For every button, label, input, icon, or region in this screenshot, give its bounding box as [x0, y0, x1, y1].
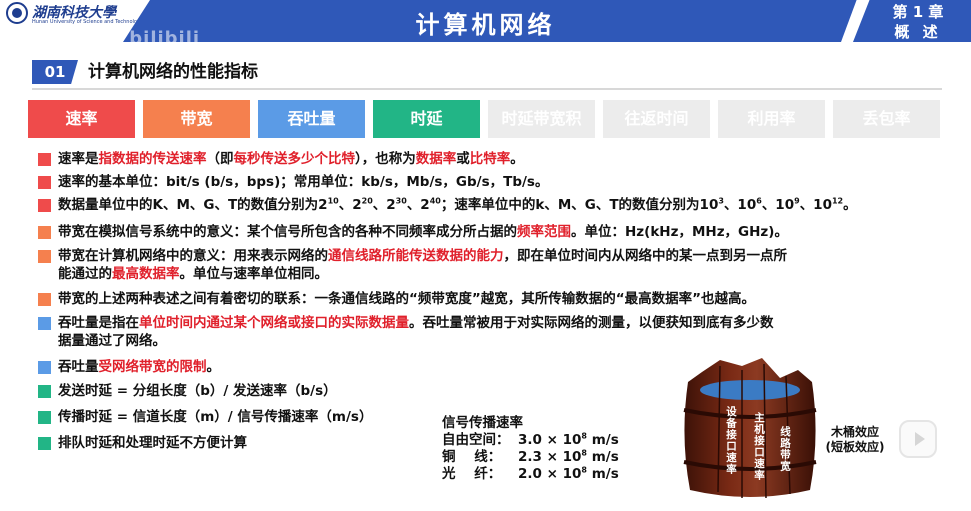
list-item-text: 吞吐量是指在单位时间内通过某个网络或接口的实际数据量。吞吐量常被用于对实际网络的… [58, 315, 774, 349]
stave-label-host: 主机接口速率 [753, 412, 765, 481]
signal-speed-row: 铜 线： 2.3 × 108 m/s [442, 448, 619, 465]
list-item-text: 排队时延和处理时延不方便计算 [58, 435, 247, 451]
tab-7[interactable]: 丢包率 [833, 100, 940, 138]
bullet-square-icon [38, 250, 51, 263]
tab-6[interactable]: 利用率 [718, 100, 825, 138]
bullet-square-icon [38, 411, 51, 424]
list-item-text: 数据量单位中的K、M、G、T的数值分别为210、220、230、240；速率单位… [58, 196, 857, 213]
stave-label-link: 线路带宽 [779, 426, 791, 472]
list-item-text: 传播时延 = 信道长度（m）/ 信号传播速率（m/s） [58, 409, 373, 425]
signal-speed-box: 信号传播速率 自由空间： 3.0 × 108 m/s 铜 线： 2.3 × 108 m… [442, 415, 619, 483]
tab-5[interactable]: 往返时间 [603, 100, 710, 138]
tab-3[interactable]: 时延 [373, 100, 480, 138]
bullet-square-icon [38, 317, 51, 330]
header-bar: 湖南科技大學 Hunan University of Science and T… [0, 0, 971, 49]
list-item-text: 带宽在计算机网络中的意义：用来表示网络的通信线路所能传送数据的能力，即在单位时间… [58, 248, 787, 282]
signal-speed-row: 光 纤： 2.0 × 108 m/s [442, 465, 619, 482]
chapter-name: 概 述 [894, 23, 942, 41]
bullet-square-icon [38, 385, 51, 398]
list-item-text: 带宽的上述两种表述之间有着密切的联系：一条通信线路的“频带宽度”越宽，其所传输数… [58, 291, 755, 307]
section-divider [32, 88, 942, 90]
section-title: 计算机网络的性能指标 [88, 62, 258, 82]
bullet-square-icon [38, 361, 51, 374]
barrel-diagram: 设备接口速率 主机接口速率 线路带宽 [680, 352, 820, 502]
list-item-text: 吞吐量受网络带宽的限制。 [58, 359, 220, 375]
tab-1[interactable]: 带宽 [143, 100, 250, 138]
tab-2[interactable]: 吞吐量 [258, 100, 365, 138]
metric-tabs: 速率 带宽 吞吐量 时延 时延带宽积 往返时间 利用率 丢包率 [28, 100, 942, 138]
page-title: 计算机网络 [415, 11, 556, 39]
signal-speed-title: 信号传播速率 [442, 415, 523, 431]
stave-label-device: 设备接口速率 [725, 406, 737, 475]
list-item-text: 发送时延 = 分组长度（b）/ 发送速率（b/s） [58, 383, 337, 399]
barrel-icon [683, 358, 817, 499]
list-item-text: 速率是指数据的传送速率（即每秒传送多少个比特），也称为数据率或比特率。 [58, 151, 524, 167]
bullet-square-icon [38, 437, 51, 450]
bullet-square-icon [38, 226, 51, 239]
barrel-effect-label: 木桶效应 (短板效应) [825, 425, 885, 454]
signal-speed-row: 自由空间： 3.0 × 108 m/s [442, 431, 619, 448]
bullet-square-icon [38, 293, 51, 306]
play-icon[interactable] [899, 420, 937, 458]
section-number: 01 [32, 60, 78, 84]
bullet-square-icon [38, 153, 51, 166]
list-item-text: 速率的基本单位：bit/s (b/s，bps)；常用单位：kb/s，Mb/s，G… [58, 174, 549, 190]
tab-0[interactable]: 速率 [28, 100, 135, 138]
tab-4[interactable]: 时延带宽积 [488, 100, 595, 138]
list-item-text: 带宽在模拟信号系统中的意义：某个信号所包含的各种不同频率成分所占据的频率范围。单… [58, 224, 788, 240]
chapter-number: 第 1 章 [892, 3, 944, 21]
bullet-square-icon [38, 176, 51, 189]
bullet-square-icon [38, 199, 51, 212]
